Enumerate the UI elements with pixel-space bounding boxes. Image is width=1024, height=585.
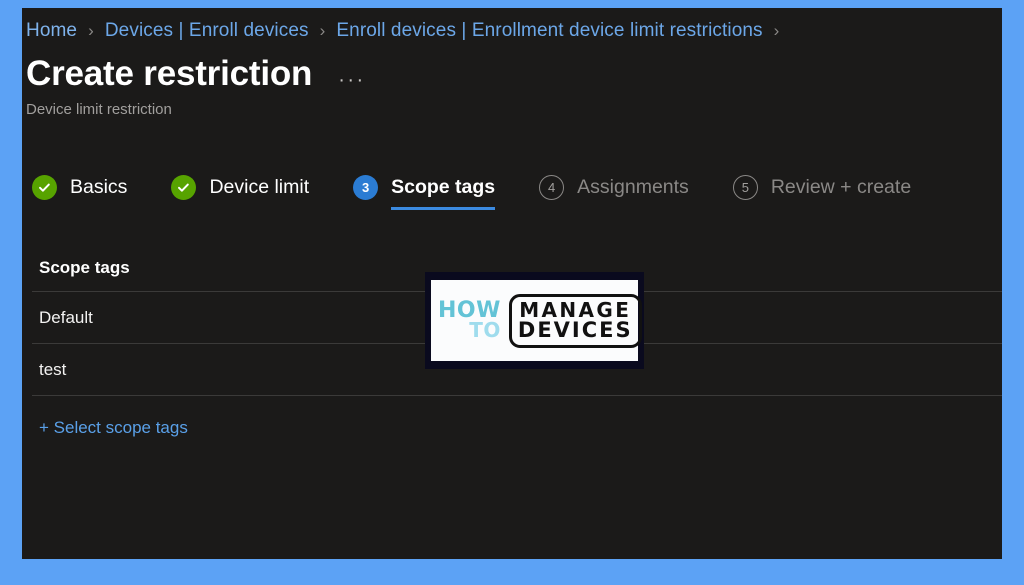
- breadcrumb: Home › Devices | Enroll devices › Enroll…: [22, 8, 1002, 42]
- breadcrumb-item-devices-enroll-devices[interactable]: Devices | Enroll devices: [105, 20, 309, 42]
- tab-label: Scope tags: [391, 176, 496, 199]
- tab-underline: [391, 207, 496, 211]
- tab-review-create[interactable]: 5 Review + create: [732, 175, 912, 210]
- breadcrumb-separator-icon: ›: [88, 21, 94, 40]
- scope-tag-name: Default: [39, 307, 93, 327]
- select-scope-tags-link[interactable]: + Select scope tags: [39, 418, 188, 438]
- tab-label: Assignments: [577, 176, 689, 199]
- column-header-scope-tags: Scope tags: [39, 257, 130, 277]
- watermark-manage-text: MANAGE: [519, 297, 632, 322]
- tab-device-limit[interactable]: Device limit: [171, 175, 309, 210]
- screenshot-frame: Home › Devices | Enroll devices › Enroll…: [0, 0, 1024, 585]
- watermark-to-text: TO: [469, 318, 501, 343]
- page-title-row: Create restriction ···: [22, 42, 1002, 94]
- tab-label: Device limit: [209, 176, 310, 199]
- check-icon: [171, 175, 197, 201]
- tab-label: Review + create: [770, 176, 912, 199]
- breadcrumb-separator-icon: ›: [773, 21, 780, 40]
- page-subtitle: Device limit restriction: [26, 101, 172, 119]
- more-options-icon[interactable]: ···: [338, 70, 365, 90]
- azure-portal-blade: Home › Devices | Enroll devices › Enroll…: [22, 8, 1002, 559]
- wizard-step-tabs: Basics Device limit 3 Scope tags 4 Assig…: [22, 118, 1002, 211]
- step-number-badge: 4: [539, 175, 565, 201]
- page-title: Create restriction: [26, 54, 313, 93]
- breadcrumb-item-home[interactable]: Home: [26, 20, 77, 42]
- watermark-devices-text: DEVICES: [517, 317, 633, 342]
- step-number-badge: 5: [732, 175, 758, 201]
- watermark-how-to: HOW TO: [438, 300, 503, 343]
- check-icon: [32, 175, 57, 201]
- watermark-inner: HOW TO MANAGE DEVICES: [431, 280, 642, 361]
- step-number-badge: 3: [353, 175, 379, 201]
- scope-tag-name: test: [39, 359, 67, 379]
- watermark-manage-devices: MANAGE DEVICES: [508, 293, 642, 348]
- breadcrumb-item-enrollment-device-limit-restrictions[interactable]: Enroll devices | Enrollment device limit…: [336, 20, 762, 42]
- watermark-logo: HOW TO MANAGE DEVICES: [425, 272, 644, 369]
- breadcrumb-separator-icon: ›: [319, 21, 326, 40]
- tab-scope-tags[interactable]: 3 Scope tags: [353, 175, 496, 211]
- tab-assignments[interactable]: 4 Assignments: [539, 175, 689, 210]
- tab-basics[interactable]: Basics: [32, 175, 127, 210]
- tab-label: Basics: [70, 176, 128, 199]
